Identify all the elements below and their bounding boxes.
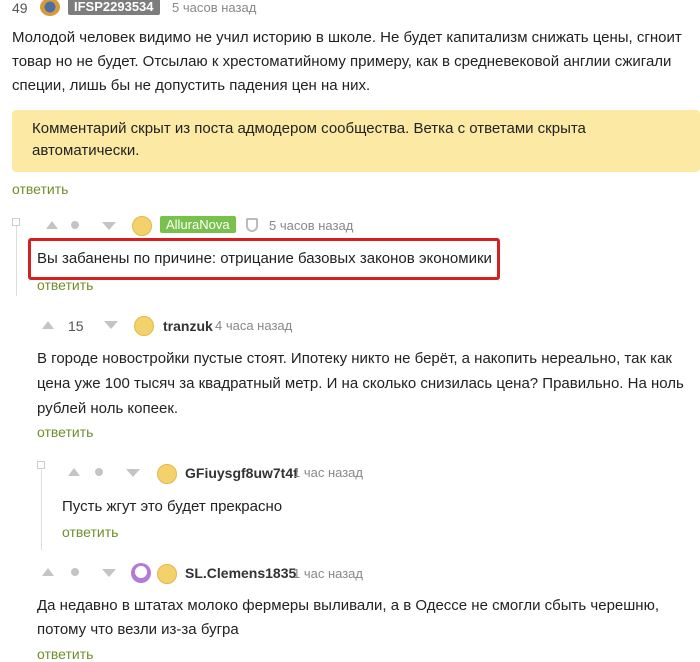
rating-dot	[95, 468, 103, 476]
notice-line: Комментарий скрыт из поста адмодером соо…	[32, 120, 586, 137]
avatar-icon[interactable]	[40, 0, 60, 16]
username[interactable]: GFiuysgf8uw7t4f	[185, 465, 298, 481]
username-badge[interactable]: AlluraNova	[160, 216, 236, 233]
comment-line: рублей ноль копеек.	[37, 400, 179, 417]
comment-line: специи, лишь бы не допустить падения цен…	[12, 77, 371, 94]
vote-up-icon[interactable]	[42, 568, 54, 576]
hidden-comment-notice: Комментарий скрыт из поста адмодером соо…	[12, 110, 700, 172]
vote-down-icon[interactable]	[104, 321, 118, 329]
vote-down-icon[interactable]	[102, 222, 116, 230]
rating-dot	[71, 221, 79, 229]
avatar-icon[interactable]	[131, 563, 151, 583]
reply-link[interactable]: ответить	[37, 646, 93, 662]
comment-text: Вы забанены по причине: отрицание базовы…	[37, 250, 492, 267]
reply-link[interactable]: ответить	[37, 277, 93, 293]
avatar-icon[interactable]	[132, 216, 152, 236]
collapse-toggle[interactable]	[37, 461, 45, 469]
username-badge[interactable]: IFSP2293534	[68, 0, 160, 15]
comment-text: Да недавно в штатах молоко фермеры вылив…	[37, 594, 697, 642]
reply-link[interactable]: ответить	[62, 524, 118, 540]
comment-line: Да недавно в штатах молоко фермеры вылив…	[37, 597, 659, 614]
username[interactable]: tranzuk	[163, 318, 213, 334]
username[interactable]: SL.Clemens1835	[185, 565, 296, 581]
avatar-icon[interactable]	[134, 316, 154, 336]
shield-icon	[246, 218, 258, 232]
comment-line: потому что везли из-за бугра	[37, 621, 239, 638]
collapse-toggle[interactable]	[12, 218, 20, 226]
reply-link[interactable]: ответить	[12, 181, 68, 197]
vote-up-icon[interactable]	[46, 221, 58, 229]
reply-link[interactable]: ответить	[37, 424, 93, 440]
avatar-icon[interactable]	[157, 464, 177, 484]
vote-up-icon[interactable]	[68, 468, 80, 476]
comment-time: 5 часов назад	[269, 218, 354, 233]
comment-time: 1 час назад	[293, 566, 363, 581]
thread-line[interactable]	[41, 470, 42, 550]
comment-line: Молодой человек видимо не учил историю в…	[12, 29, 682, 46]
comment-time: 5 часов назад	[172, 0, 257, 15]
comment-text: Молодой человек видимо не учил историю в…	[12, 26, 692, 98]
vote-up-icon[interactable]	[42, 321, 54, 329]
notice-line: автоматически.	[32, 142, 140, 159]
comment-score: 49	[12, 0, 28, 16]
avatar-icon[interactable]	[157, 564, 177, 584]
vote-down-icon[interactable]	[102, 569, 116, 577]
thread-line[interactable]	[16, 226, 17, 296]
rating-dot	[71, 568, 79, 576]
vote-down-icon[interactable]	[126, 469, 140, 477]
comment-text: Пусть жгут это будет прекрасно	[62, 498, 283, 515]
comment-time: 1 час назад	[293, 465, 363, 480]
comment-line: товар но не будет. Отсылаю к хрестоматий…	[12, 53, 672, 70]
comment-text: В городе новостройки пустые стоят. Ипоте…	[37, 346, 697, 421]
comment-line: цена уже 100 тысяч за квадратный метр. И…	[37, 375, 684, 392]
comment-line: В городе новостройки пустые стоят. Ипоте…	[37, 350, 672, 367]
comment-score: 15	[68, 318, 84, 334]
comment-time: 4 часа назад	[215, 318, 293, 333]
